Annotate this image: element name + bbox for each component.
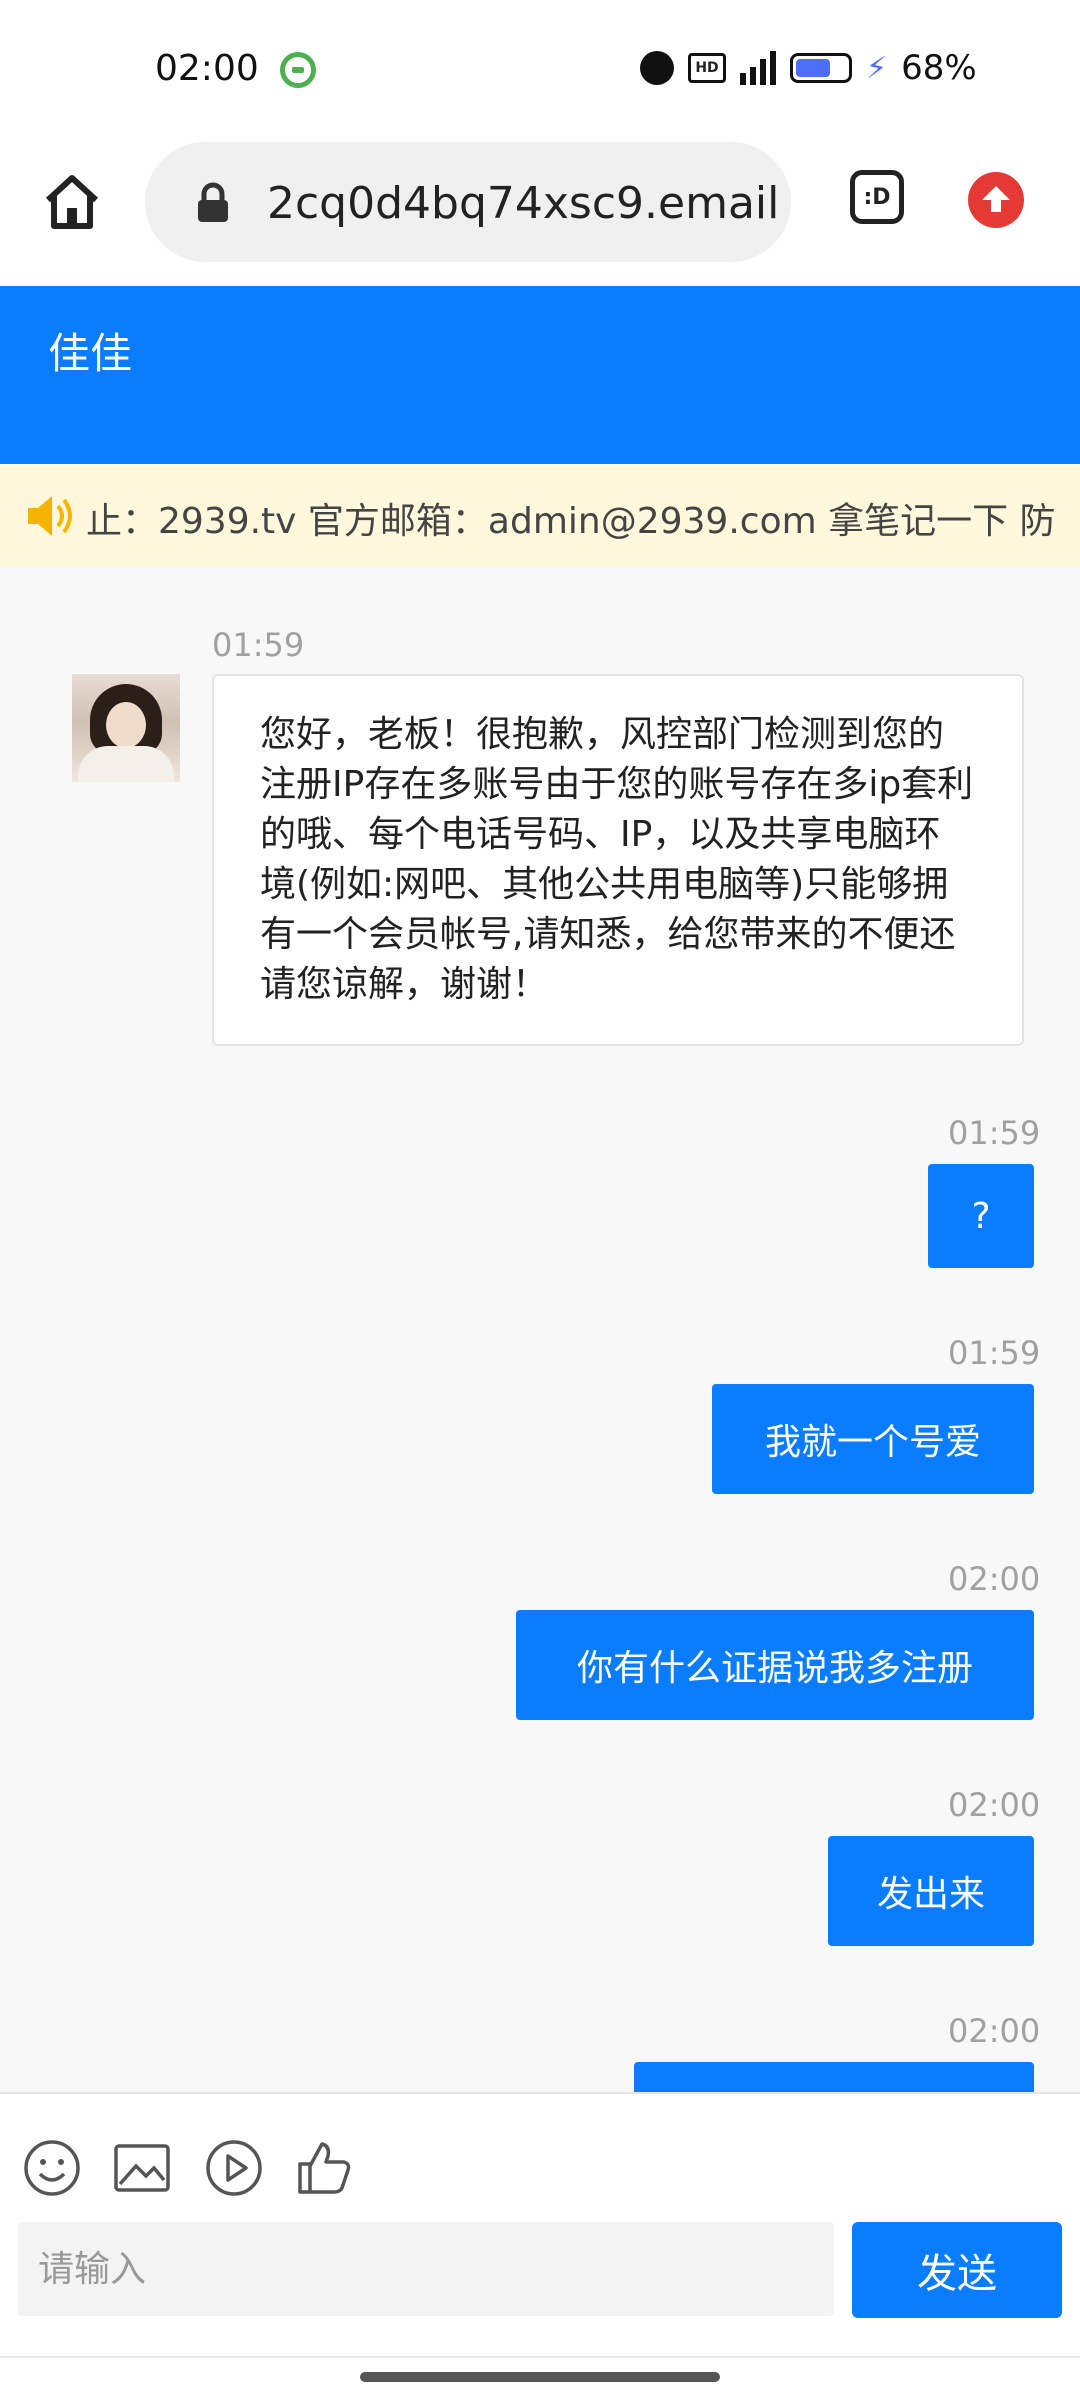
outgoing-message: 我就一个号爱 [712, 1384, 1034, 1494]
outgoing-message: 你有什么证据说我多注册 [516, 1610, 1034, 1720]
message-input[interactable] [18, 2222, 834, 2316]
composer: 发送 [0, 2092, 1080, 2400]
avatar[interactable] [72, 674, 180, 782]
emoji-icon[interactable] [22, 2138, 82, 2198]
divider [0, 2356, 1080, 2358]
charging-icon: ⚡ [866, 50, 888, 86]
battery-percent: 68% [901, 48, 977, 88]
upload-icon[interactable] [968, 172, 1024, 228]
message-time: 01:59 [212, 626, 305, 664]
tab-label: :D [863, 184, 891, 210]
send-button[interactable]: 发送 [852, 2222, 1062, 2318]
message-time: 02:00 [948, 1560, 1041, 1598]
chat-messages[interactable]: 01:59 您好，老板！很抱歉，风控部门检测到您的注册IP存在多账号由于您的账号… [0, 566, 1080, 2092]
5g-signal-icon [740, 51, 776, 85]
hd-icon: HD [688, 53, 726, 83]
message-time: 02:00 [948, 2012, 1041, 2050]
chat-header: 佳佳 [0, 286, 1080, 464]
lock-icon [198, 182, 228, 222]
outgoing-message [634, 2062, 1034, 2092]
incoming-message: 您好，老板！很抱歉，风控部门检测到您的注册IP存在多账号由于您的账号存在多ip套… [212, 674, 1024, 1046]
notice-text: 止：2939.tv 官方邮箱：admin@2939.com 拿笔记一下 防 [86, 501, 1056, 542]
message-time: 01:59 [948, 1334, 1041, 1372]
pop-icon [280, 52, 316, 88]
message-time: 01:59 [948, 1114, 1041, 1152]
notice-banner: 止：2939.tv 官方邮箱：admin@2939.com 拿笔记一下 防 [0, 464, 1080, 566]
speaker-icon [28, 496, 72, 536]
chat-title: 佳佳 [48, 329, 133, 378]
image-icon[interactable] [112, 2138, 172, 2198]
status-icons: HD ⚡ 68% [640, 48, 977, 88]
battery-icon [790, 53, 852, 83]
home-icon[interactable] [40, 170, 104, 234]
status-time: 02:00 [155, 48, 259, 89]
tabs-button[interactable]: :D [850, 170, 904, 224]
battery-fill [796, 59, 830, 77]
url-bar[interactable]: 2cq0d4bq74xsc9.email [145, 142, 791, 262]
thumbs-up-icon[interactable] [294, 2138, 354, 2198]
gesture-bar[interactable] [360, 2372, 720, 2382]
url-text: 2cq0d4bq74xsc9.email [267, 178, 780, 229]
message-time: 02:00 [948, 1786, 1041, 1824]
status-bar: 02:00 HD ⚡ 68% [0, 0, 1080, 140]
outgoing-message: ? [928, 1164, 1034, 1268]
video-icon[interactable] [204, 2138, 264, 2198]
browser-toolbar: 2cq0d4bq74xsc9.email :D [0, 140, 1080, 286]
outgoing-message: 发出来 [828, 1836, 1034, 1946]
alarm-icon [640, 51, 674, 85]
